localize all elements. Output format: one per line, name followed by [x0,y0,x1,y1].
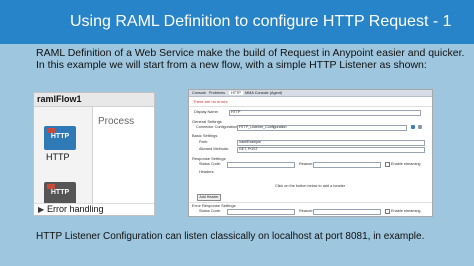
no-errors-notice: There are no errors [193,99,228,104]
display-name-label: Display Name: [194,110,219,114]
error-handling-bar[interactable]: ▶ Error handling [34,203,154,215]
process-label: Process [98,116,135,127]
flow-source-area: HTTP HTTP HTTP [34,107,93,206]
path-field[interactable]: /ramlExample [237,140,425,146]
connector-config-label: Connector Configuration: [196,125,239,129]
reason-label: Reason: [299,162,314,166]
add-config-icon[interactable] [411,125,415,129]
error-reason-field[interactable] [313,209,381,215]
error-status-code-field[interactable] [227,209,295,215]
flow-header: ramlFlow1 [34,93,154,107]
http-listener-component[interactable]: HTTP [44,126,76,150]
connector-config-select[interactable]: HTTP_Listener_Configuration [237,125,407,131]
tab-problems[interactable]: Problems [209,91,225,95]
intro-line-2: In this example we will start from a new… [36,59,427,71]
error-enable-streaming-checkbox[interactable] [385,209,390,214]
properties-tab-bar: Console Problems HTTP MMA Console (Agent… [189,90,432,97]
slide-title: Using RAML Definition to configure HTTP … [70,13,452,30]
headers-label: Headers: [199,170,215,174]
tab-console[interactable]: Console [192,91,206,95]
error-reason-label: Reason: [299,209,314,213]
footer-text: HTTP Listener Configuration can listen c… [36,231,425,242]
enable-streaming-checkbox[interactable] [385,162,390,167]
general-settings-heading: General Settings [192,119,222,124]
response-settings-heading: Response Settings [192,156,226,161]
error-response-settings-heading: Error Response Settings [192,203,236,208]
allowed-methods-field[interactable]: GET, POST [237,147,425,153]
status-code-label: Status Code: [199,162,221,166]
add-header-button[interactable]: Add Header [197,194,221,201]
http-tile-label: HTTP [50,189,70,196]
status-code-field[interactable] [227,162,295,168]
error-enable-streaming-label: Enable streaming [391,209,421,213]
slide: Using RAML Definition to configure HTTP … [0,0,474,266]
title-banner: Using RAML Definition to configure HTTP … [0,0,474,44]
display-name-value: HTTP [231,110,241,114]
edit-config-icon[interactable] [418,125,422,129]
intro-text: RAML Definition of a Web Service make th… [36,47,466,71]
connector-config-value: HTTP_Listener_Configuration [239,125,287,129]
expand-arrow-icon[interactable]: ▶ [38,205,44,214]
add-header-hint: Click on the button below to add a heade… [275,184,346,188]
enable-streaming-label: Enable streaming [391,162,421,166]
flow-name: ramlFlow1 [37,94,82,104]
path-value: /ramlExample [239,140,261,144]
error-status-code-label: Status Code: [199,209,221,213]
tab-mma-console[interactable]: MMA Console (Agent) [245,91,282,95]
intro-line-1: RAML Definition of a Web Service make th… [36,47,465,59]
basic-settings-heading: Basic Settings [192,133,218,138]
http-properties-window: Console Problems HTTP MMA Console (Agent… [188,89,433,217]
divider [189,106,432,107]
reason-field[interactable] [313,162,381,168]
display-name-field[interactable]: HTTP [229,110,421,116]
flow-canvas: ramlFlow1 HTTP HTTP HTTP Process ▶ Error… [33,92,155,216]
http-tile-label: HTTP [50,133,70,140]
allowed-methods-label: Allowed Methods: [199,147,229,151]
allowed-methods-value: GET, POST [239,147,258,151]
path-label: Path: [199,140,208,144]
error-handling-label: Error handling [47,204,104,214]
tab-http[interactable]: HTTP [229,91,243,95]
http-source-label: HTTP [46,152,70,162]
